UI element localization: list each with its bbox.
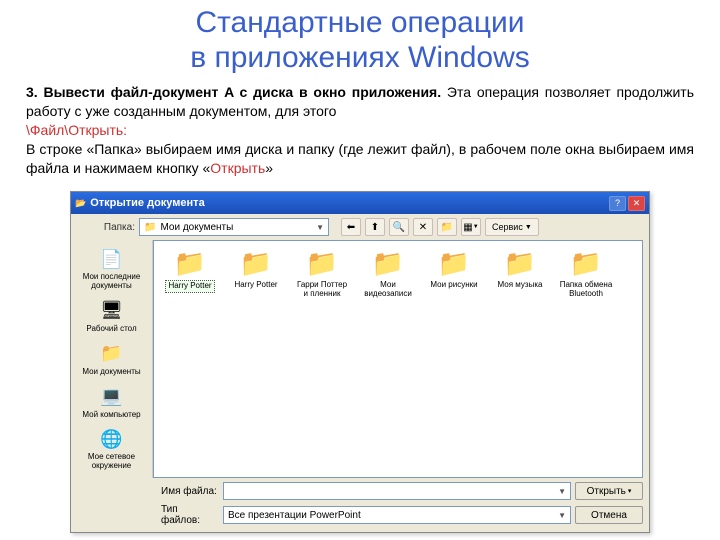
menu-path: \Файл\Открыть: — [26, 121, 694, 140]
open-button[interactable]: Открыть ▾ — [575, 482, 643, 500]
body-text: 3. Вывести файл-документ A с диска в окн… — [0, 79, 720, 185]
folder-icon: 📁 — [372, 249, 404, 278]
chevron-down-icon: ▼ — [558, 487, 566, 496]
filetype-value: Все презентации PowerPoint — [228, 510, 361, 521]
chevron-down-icon: ▼ — [525, 224, 532, 231]
filename-input[interactable]: ▼ — [223, 482, 571, 500]
p1-bold: 3. Вывести файл-документ A с диска в окн… — [26, 84, 441, 100]
folder-icon: 📁 — [570, 249, 602, 278]
paragraph-1: 3. Вывести файл-документ A с диска в окн… — [26, 83, 694, 121]
folder-item[interactable]: 📁 Моя музыка — [490, 249, 550, 469]
slide-title: Стандартные операции в приложениях Windo… — [0, 0, 720, 79]
tools-label: Сервис — [492, 222, 523, 232]
place-label: Рабочий стол — [86, 325, 136, 334]
lookin-label: Папка: — [77, 222, 135, 233]
place-label: Мои документы — [82, 368, 140, 377]
filetype-row: Тип файлов: Все презентации PowerPoint ▼… — [161, 504, 643, 526]
folder-label: Harry Potter — [165, 280, 214, 293]
network-icon: 🌐 — [98, 427, 126, 451]
word-icon: 📂 — [75, 198, 86, 209]
folder-item[interactable]: 📁 Гарри Поттер и пленник — [292, 249, 352, 469]
folder-label: Гарри Поттер и пленник — [292, 280, 352, 300]
back-button[interactable]: ⬅ — [341, 218, 361, 236]
up-button[interactable]: ⬆ — [365, 218, 385, 236]
lookin-dropdown[interactable]: 📁 Мои документы ▼ — [139, 218, 329, 236]
folder-item[interactable]: 📁 Harry Potter — [160, 249, 220, 469]
folder-icon: 📁 — [306, 249, 338, 278]
titlebar: 📂 Открытие документа ? ✕ — [71, 192, 649, 214]
computer-icon: 💻 — [98, 385, 126, 409]
folder-label: Моя музыка — [496, 280, 545, 291]
folder-item[interactable]: 📁 Мои видеозаписи — [358, 249, 418, 469]
newfolder-button[interactable]: 📁 — [437, 218, 457, 236]
place-network[interactable]: 🌐 Мое сетевое окружение — [74, 424, 149, 474]
p2-a: В строке «Папка» выбираем имя диска и па… — [26, 141, 694, 176]
folder-label: Мои рисунки — [428, 280, 479, 291]
lookin-value: Мои документы — [160, 222, 233, 233]
folder-item[interactable]: 📁 Мои рисунки — [424, 249, 484, 469]
file-list[interactable]: 📁 Harry Potter 📁 Harry Potter 📁 Гарри По… — [153, 240, 643, 478]
close-button[interactable]: ✕ — [628, 196, 645, 211]
recent-icon: 📄 — [98, 247, 126, 271]
dialog-title: Открытие документа — [90, 197, 607, 209]
place-label: Мои последние документы — [75, 273, 148, 291]
desktop-icon: 🖥 — [98, 299, 126, 323]
p2-b: » — [265, 160, 273, 176]
folder-icon: 📁 — [240, 249, 272, 278]
places-bar: 📄 Мои последние документы 🖥 Рабочий стол… — [71, 240, 153, 478]
folder-icon: 📁 — [504, 249, 536, 278]
filetype-label: Тип файлов: — [161, 504, 219, 526]
chevron-down-icon: ▼ — [558, 511, 566, 520]
folder-label: Мои видеозаписи — [358, 280, 418, 300]
folder-label: Harry Potter — [232, 280, 279, 291]
chevron-down-icon: ▾ — [628, 487, 632, 495]
folder-icon: 📁 — [438, 249, 470, 278]
filetype-select[interactable]: Все презентации PowerPoint ▼ — [223, 506, 571, 524]
title-line-1: Стандартные операции — [0, 6, 720, 41]
help-button[interactable]: ? — [609, 196, 626, 211]
dialog-body: 📄 Мои последние документы 🖥 Рабочий стол… — [71, 240, 649, 478]
filename-row: Имя файла: ▼ Открыть ▾ — [161, 482, 643, 500]
p2-highlight: Открыть — [210, 160, 265, 176]
search-button[interactable]: 🔍 — [389, 218, 409, 236]
delete-button[interactable]: ✕ — [413, 218, 433, 236]
filename-label: Имя файла: — [161, 486, 219, 497]
open-file-dialog: 📂 Открытие документа ? ✕ Папка: 📁 Мои до… — [70, 191, 650, 533]
folder-label: Папка обмена Bluetooth — [556, 280, 616, 300]
cancel-button[interactable]: Отмена — [575, 506, 643, 524]
mydocs-icon: 📁 — [98, 342, 126, 366]
views-button[interactable]: ▦▼ — [461, 218, 481, 236]
folder-icon: 📁 — [174, 249, 206, 278]
place-label: Мой компьютер — [82, 411, 140, 420]
bottom-panel: Имя файла: ▼ Открыть ▾ Тип файлов: Все п… — [71, 478, 649, 532]
place-recent[interactable]: 📄 Мои последние документы — [74, 244, 149, 294]
tools-dropdown[interactable]: Сервис ▼ — [485, 218, 539, 236]
title-line-2: в приложениях Windows — [0, 41, 720, 76]
open-label: Открыть — [587, 486, 626, 497]
place-desktop[interactable]: 🖥 Рабочий стол — [74, 296, 149, 337]
paragraph-2: В строке «Папка» выбираем имя диска и па… — [26, 140, 694, 178]
folder-item[interactable]: 📁 Папка обмена Bluetooth — [556, 249, 616, 469]
lookin-toolbar: Папка: 📁 Мои документы ▼ ⬅ ⬆ 🔍 ✕ 📁 ▦▼ Се… — [71, 214, 649, 240]
place-computer[interactable]: 💻 Мой компьютер — [74, 382, 149, 423]
folder-icon: 📁 — [144, 222, 156, 233]
chevron-down-icon: ▼ — [316, 223, 324, 232]
place-mydocs[interactable]: 📁 Мои документы — [74, 339, 149, 380]
folder-item[interactable]: 📁 Harry Potter — [226, 249, 286, 469]
place-label: Мое сетевое окружение — [75, 453, 148, 471]
